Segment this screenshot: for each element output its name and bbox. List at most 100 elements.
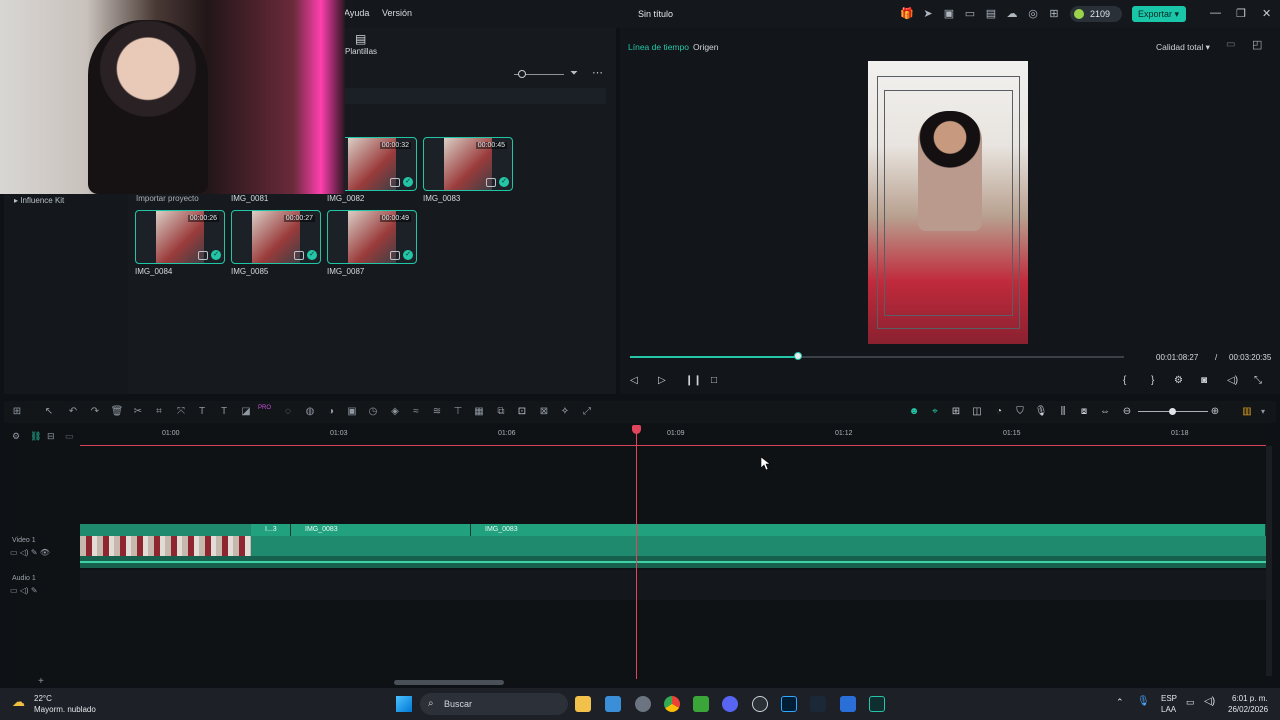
freeze-icon[interactable]: ▣ [345,405,359,419]
weather-icon[interactable]: ☁ [12,694,25,710]
taskbar-search[interactable]: ⌕ Buscar [420,693,568,715]
snap-icon[interactable]: ⌖ [928,405,942,419]
settings-app-icon[interactable] [635,696,651,712]
camera-icon[interactable]: ◙ [1201,375,1207,386]
speaker-icon[interactable]: ◁) [1204,696,1215,707]
gift-icon[interactable]: 🎁 [900,7,914,21]
track-controls-audio[interactable]: ▭ ◁) ✎ [10,586,38,595]
start-icon[interactable] [396,696,412,712]
audio-track[interactable] [80,570,1266,600]
clip-header[interactable]: IMG_0083 [471,524,1266,536]
keyframe-icon[interactable]: ◈ [388,405,402,419]
track-controls-video[interactable]: ▭ ◁) ✎ 👁 [10,548,50,557]
video-track[interactable]: I...3 IMG_0083 IMG_0083 [80,524,1266,568]
stop-icon[interactable]: □ [711,375,717,386]
preview-scrubber[interactable] [630,352,1124,360]
subtitle-icon[interactable]: ⊤ [451,405,465,419]
timer-icon[interactable]: ◷ [366,405,380,419]
menu-version[interactable]: Versión [382,8,412,18]
filter-icon[interactable]: ⏷ [570,68,578,79]
shield-icon[interactable]: ⛉ [1013,405,1027,419]
timeline-zoom-knob[interactable] [1169,408,1176,415]
snapshot-icon[interactable]: ◰ [1252,38,1262,51]
close-icon[interactable]: ✕ [1262,7,1271,20]
color-icon[interactable]: ◍ [303,405,317,419]
cloud-icon[interactable]: ☁ [1005,7,1019,21]
microphone-icon[interactable]: 🎙 [1034,405,1048,419]
crop-icon[interactable]: ⌗ [152,405,166,419]
speed-icon[interactable]: ◑ [324,405,338,419]
templates-icon[interactable]: ▤ [355,32,366,46]
headset-icon[interactable]: ◎ [1026,7,1040,21]
zoom-out-icon[interactable]: ⊖ [1120,405,1134,419]
playhead[interactable] [632,425,641,679]
export-frame-icon[interactable]: ⊡ [515,405,529,419]
fit-icon[interactable]: ⊠ [537,405,551,419]
clock-time[interactable]: 6:01 p. m. [1232,694,1268,703]
steam-icon[interactable] [810,696,826,712]
adjust-icon[interactable]: ≋ [430,405,444,419]
multicam-icon[interactable]: ⧇ [1077,405,1091,419]
scene-icon[interactable]: ⊞ [949,405,963,419]
settings-icon[interactable]: ⚙ [1174,375,1183,386]
clip-header[interactable]: IMG_0083 [291,524,471,536]
link-icon[interactable]: ⧉ [494,405,508,419]
media-clip-img0085[interactable]: 00:00:27 ✓ [231,210,321,264]
grid-icon[interactable]: ▭ [1226,39,1235,50]
playhead-handle[interactable] [632,425,641,434]
photoshop-icon[interactable] [781,696,797,712]
motion-icon[interactable]: ≈ [409,405,423,419]
sidebar-item-influence-kit[interactable]: ▸ Influence Kit [14,196,64,205]
link-track-icon[interactable]: ⛓ [30,431,41,442]
render-icon[interactable]: ◔ [992,405,1006,419]
mask-icon[interactable]: ◌ [281,405,295,419]
export-button[interactable]: Exportar ▾ [1132,6,1186,22]
timeline-ruler[interactable]: 01:00 01:03 01:06 01:09 01:12 01:15 01:1… [80,425,1266,445]
tab-timeline[interactable]: Línea de tiempo [628,42,689,52]
discord-icon[interactable] [722,696,738,712]
vertical-scrollbar[interactable] [1266,446,1272,676]
compare-icon[interactable]: ⇔ [1098,405,1112,419]
play-icon[interactable]: ▷ [658,375,666,386]
mic-tray-icon[interactable]: 🎙 [1137,696,1150,707]
split-icon[interactable]: ✂ [131,405,145,419]
text-icon[interactable]: T [195,405,209,419]
add-icon[interactable]: + [38,676,44,687]
ai-assistant-icon[interactable]: ☻ [907,405,921,419]
mixer-icon[interactable]: ⫼ [1056,405,1070,419]
audio-edit-icon[interactable]: ▦ [472,405,486,419]
undo-icon[interactable]: ↶ [66,405,80,419]
transform-icon[interactable]: ⤧ [174,405,188,419]
lock-track-icon[interactable]: ▭ [65,431,74,442]
scrubber-knob[interactable] [793,352,802,360]
quality-dropdown[interactable]: Calidad total ▾ [1156,42,1210,53]
tab-plantillas[interactable]: Plantillas [345,47,377,56]
import-project-label[interactable]: Importar proyecto [136,194,199,203]
network-icon[interactable]: ▭ [1186,697,1195,708]
pause-icon[interactable]: ❙❙ [685,375,702,386]
zoom-in-icon[interactable]: ⊕ [1208,405,1222,419]
save-icon[interactable]: ▤ [984,7,998,21]
credits-badge[interactable]: 2109 [1070,6,1122,22]
send-icon[interactable]: ➤ [921,7,935,21]
clip-header[interactable]: I...3 [251,524,291,536]
chevron-up-icon[interactable]: ⌃ [1116,697,1124,708]
capture-icon[interactable] [752,696,768,712]
language[interactable]: ESP [1161,694,1177,703]
restore-icon[interactable]: ❐ [1236,7,1246,20]
prev-frame-icon[interactable]: ◁ [630,375,638,386]
chevron-down-icon[interactable]: ▾ [1256,405,1270,419]
menu-ayuda[interactable]: Ayuda [344,8,369,18]
media-clip-img0084[interactable]: 00:00:26 ✓ [135,210,225,264]
magic-icon[interactable]: ✧ [558,405,572,419]
chrome-icon[interactable] [664,696,680,712]
tab-source[interactable]: Origen [693,42,719,52]
delete-icon[interactable]: 🗑 [110,405,124,419]
more-icon[interactable]: ⋯ [592,66,603,79]
minimize-icon[interactable]: — [1210,7,1221,19]
store-icon[interactable] [605,696,621,712]
ai-text-icon[interactable]: T [217,405,231,419]
zoom-slider-knob[interactable] [518,70,526,78]
fullscreen-icon[interactable]: ⤡ [1254,375,1262,386]
mark-out-icon[interactable]: } [1151,375,1154,386]
